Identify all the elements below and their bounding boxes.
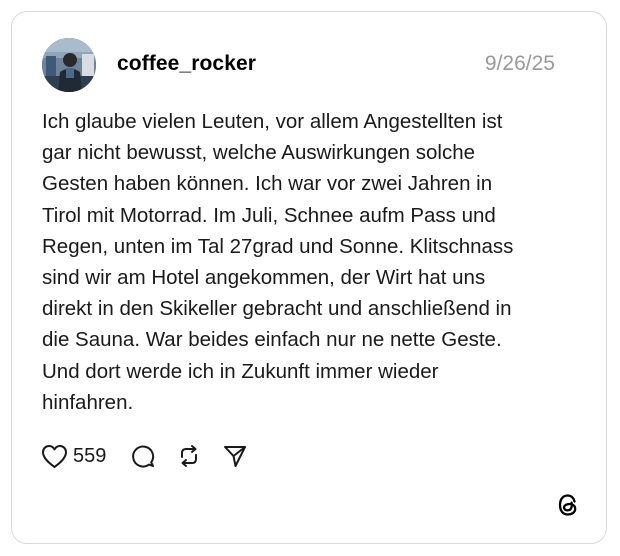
action-bar: 559 (41, 442, 248, 470)
share-icon (222, 443, 248, 469)
share-button[interactable] (222, 443, 248, 469)
repost-icon (176, 443, 202, 469)
post-date: 9/26/25 (484, 52, 555, 75)
post-card: coffee_rocker 9/26/25 Ich glaube vielen … (11, 11, 607, 544)
comment-icon (130, 443, 156, 469)
avatar-photo (42, 38, 96, 92)
like-button[interactable]: 559 (41, 444, 106, 469)
avatar[interactable] (42, 38, 96, 92)
heart-icon (41, 444, 68, 469)
comment-button[interactable] (130, 443, 156, 469)
like-count: 559 (73, 444, 107, 467)
post-text: Ich glaube vielen Leuten, vor allem Ange… (42, 110, 514, 414)
repost-button[interactable] (176, 443, 202, 469)
username[interactable]: coffee_rocker (117, 52, 256, 76)
threads-logo-icon[interactable] (555, 492, 581, 518)
